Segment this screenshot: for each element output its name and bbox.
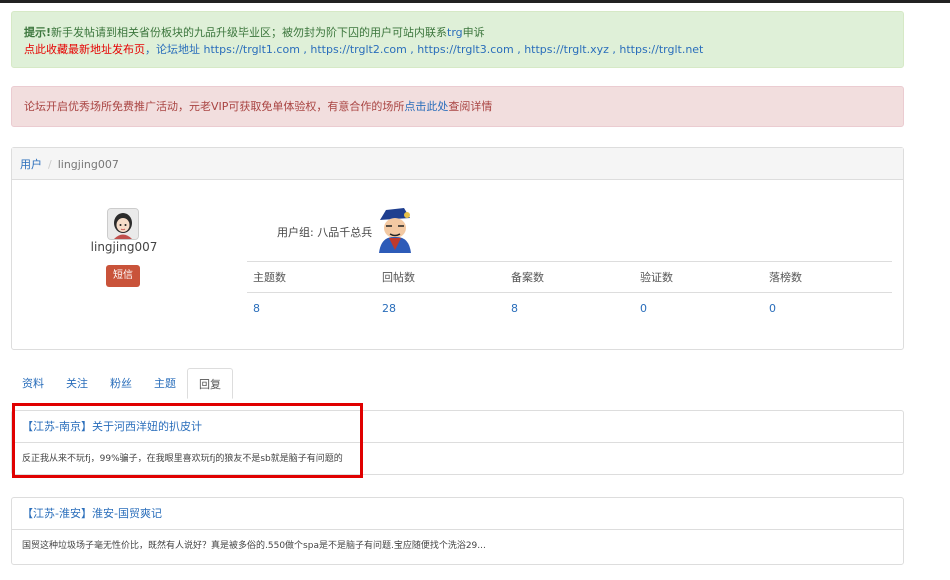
notice-prefix: 提示!	[24, 26, 52, 39]
profile-tabs: 资料 关注 粉丝 主题 回复	[11, 367, 904, 399]
rank-badge-icon	[374, 206, 416, 254]
stat-value-topics[interactable]: 8	[247, 302, 376, 315]
notice-suffix: 申诉	[462, 26, 485, 39]
user-group-label: 用户组: 八品千总兵	[277, 226, 373, 239]
stat-value-verifications[interactable]: 0	[634, 302, 763, 315]
promo-text: 论坛开启优秀场所免费推广活动，元老VIP可获取免单体验权，有意合作的场所	[24, 100, 405, 113]
stat-value-failures[interactable]: 0	[763, 302, 892, 315]
user-stats-table: 主题数 回帖数 备案数 验证数 落榜数 8 28 8 0 0	[247, 261, 892, 323]
tab-topics[interactable]: 主题	[143, 368, 187, 399]
stats-header-row: 主题数 回帖数 备案数 验证数 落榜数	[247, 261, 892, 292]
send-message-button[interactable]: 短信	[106, 265, 140, 287]
stat-header-replies: 回帖数	[382, 271, 415, 284]
tab-following[interactable]: 关注	[55, 368, 99, 399]
stat-header-topics: 主题数	[253, 271, 286, 284]
breadcrumb-current: lingjing007	[57, 158, 119, 171]
highlight-annotation-box	[12, 403, 363, 478]
forum-address-list[interactable]: ，论坛地址 https://trglt1.com , https://trglt…	[145, 43, 703, 56]
user-profile-panel: 用户 / lingjing007 lingjing007 短信 用户组: 八品千总兵	[11, 147, 904, 350]
breadcrumb: 用户 / lingjing007	[12, 148, 903, 180]
profile-username: lingjing007	[90, 240, 158, 254]
notice-banner-green: 提示!新手发帖请到相关省份板块的九品升级毕业区；被勿封为阶下囚的用户可站内联系t…	[11, 11, 904, 68]
stats-value-row: 8 28 8 0 0	[247, 292, 892, 323]
breadcrumb-separator: /	[48, 158, 52, 171]
stat-value-replies[interactable]: 28	[376, 302, 505, 315]
tab-fans[interactable]: 粉丝	[99, 368, 143, 399]
notice-text: 新手发帖请到相关省份板块的九品升级毕业区；被勿封为阶下囚的用户可站内联系	[51, 26, 448, 39]
stat-header-records: 备案数	[511, 271, 544, 284]
stat-header-verifications: 验证数	[640, 271, 673, 284]
tab-replies[interactable]: 回复	[187, 368, 233, 399]
reply-post-title[interactable]: 【江苏-淮安】淮安-国贸爽记	[12, 498, 903, 530]
stat-value-records[interactable]: 8	[505, 302, 634, 315]
user-avatar-icon[interactable]	[107, 208, 139, 240]
top-border	[0, 0, 950, 3]
tab-profile[interactable]: 资料	[11, 368, 55, 399]
bookmark-address-link[interactable]: 点此收藏最新地址发布页	[24, 43, 145, 56]
notice-line-1: 提示!新手发帖请到相关省份板块的九品升级毕业区；被勿封为阶下囚的用户可站内联系t…	[24, 24, 891, 41]
notice-banner-red: 论坛开启优秀场所免费推广活动，元老VIP可获取免单体验权，有意合作的场所点击此处…	[11, 86, 904, 127]
promo-details-link[interactable]: 点击此处	[404, 100, 448, 113]
promo-suffix: 查阅详情	[448, 100, 493, 113]
notice-line-2: 点此收藏最新地址发布页，论坛地址 https://trglt1.com , ht…	[24, 41, 891, 58]
reply-list-item: 【江苏-淮安】淮安-国贸爽记 国贸这种垃圾场子毫无性价比，既然有人说好？真是被多…	[11, 497, 904, 565]
breadcrumb-users-link[interactable]: 用户	[20, 158, 42, 171]
appeal-contact-link[interactable]: trg	[447, 26, 463, 39]
reply-post-excerpt: 国贸这种垃圾场子毫无性价比，既然有人说好？真是被多俗的.550做个spa是不是脑…	[22, 541, 486, 551]
stat-header-failures: 落榜数	[769, 271, 802, 284]
